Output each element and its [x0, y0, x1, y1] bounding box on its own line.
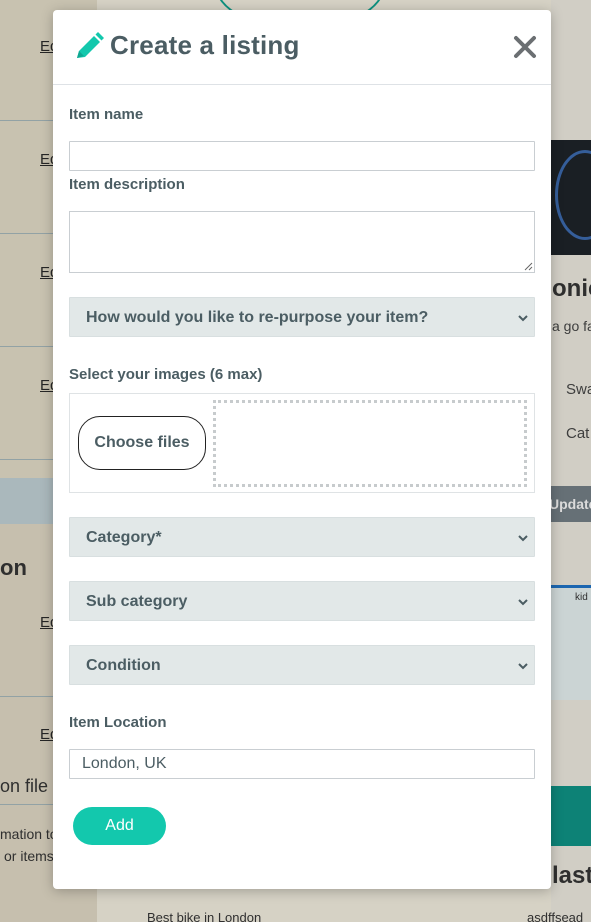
category-select-value: Category*	[86, 529, 162, 546]
image-upload-area: Choose files	[69, 393, 535, 493]
modal-header: Create a listing	[53, 10, 551, 85]
item-description-label: Item description	[69, 176, 185, 193]
item-name-input[interactable]	[69, 141, 535, 171]
chevron-down-icon	[518, 663, 528, 670]
images-label: Select your images (6 max)	[69, 366, 263, 383]
item-description-textarea[interactable]	[69, 211, 535, 273]
chevron-down-icon	[518, 599, 528, 606]
add-button[interactable]: Add	[73, 807, 166, 845]
sub-category-select[interactable]: Sub category	[69, 581, 535, 621]
resize-grip-icon[interactable]	[524, 262, 533, 271]
chevron-down-icon	[518, 315, 528, 322]
sub-category-select-value: Sub category	[86, 593, 188, 610]
pencil-icon	[73, 32, 105, 62]
category-select[interactable]: Category*	[69, 517, 535, 557]
chevron-down-icon	[518, 535, 528, 542]
item-location-input[interactable]	[69, 749, 535, 779]
image-drop-zone[interactable]	[213, 400, 527, 487]
modal-title: Create a listing	[110, 30, 300, 60]
condition-select[interactable]: Condition	[69, 645, 535, 685]
create-listing-modal: Create a listing Item name Item descript…	[53, 10, 551, 889]
item-location-label: Item Location	[69, 714, 167, 731]
close-icon[interactable]	[512, 34, 538, 60]
repurpose-select-value: How would you like to re-purpose your it…	[86, 309, 429, 326]
choose-files-button[interactable]: Choose files	[78, 416, 206, 470]
repurpose-select[interactable]: How would you like to re-purpose your it…	[69, 297, 535, 337]
condition-select-value: Condition	[86, 657, 161, 674]
item-name-label: Item name	[69, 106, 144, 123]
